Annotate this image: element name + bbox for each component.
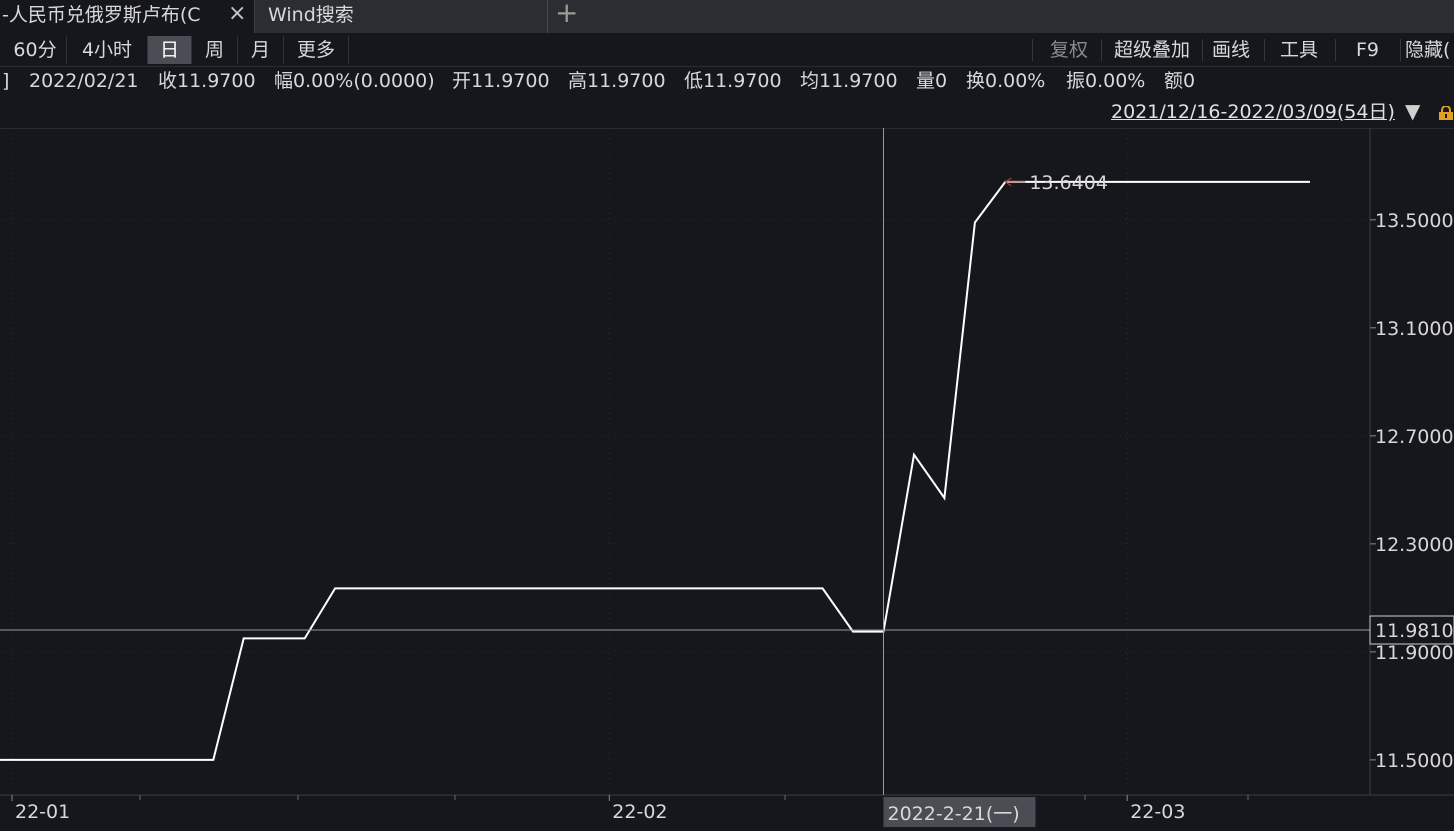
divider <box>1400 39 1401 61</box>
info-low: 低11.9700 <box>684 70 782 92</box>
tab-bar: -人民币兑俄罗斯卢布(C × Wind搜索 + <box>0 0 1454 33</box>
price-line <box>0 180 1310 761</box>
y-tick-label: 11.9000 <box>1375 642 1454 664</box>
period-month-button[interactable]: 月 <box>238 36 284 64</box>
date-range-bar: 2021/12/16-2022/03/09(54日) ▼ <box>0 96 1454 129</box>
toolbar: 60分 4小时 日 周 月 更多 复权 超级叠加 画线 工具 F9 隐藏( <box>0 33 1454 67</box>
info-close: 收11.9700 <box>158 70 256 92</box>
y-tick-label: 12.3000 <box>1375 534 1454 556</box>
tab-currency-chart[interactable]: -人民币兑俄罗斯卢布(C × <box>0 0 255 33</box>
draw-line-button[interactable]: 画线 <box>1205 36 1257 64</box>
tools-button[interactable]: 工具 <box>1268 36 1330 64</box>
crosshair-y-box <box>1369 615 1454 645</box>
f9-button[interactable]: F9 <box>1340 36 1395 64</box>
y-tick-label: 12.7000 <box>1375 426 1454 448</box>
info-amplitude: 振0.00% <box>1066 70 1146 92</box>
period-week-button[interactable]: 周 <box>192 36 238 64</box>
x-tick-label: 22-03 <box>1130 801 1185 823</box>
x-tick-label: 22-01 <box>15 801 70 823</box>
info-avg: 均11.9700 <box>800 70 898 92</box>
tab-wind-search[interactable]: Wind搜索 <box>255 0 548 33</box>
period-day-button[interactable]: 日 <box>148 36 192 64</box>
crosshair: 11.9810 2022-2-21(一) <box>0 128 1454 827</box>
adjust-button[interactable]: 复权 <box>1040 36 1098 64</box>
info-volume: 量0 <box>916 70 948 92</box>
quote-info-bar: ] 2022/02/21 收11.9700 幅0.00%(0.0000) 开11… <box>0 67 1454 95</box>
info-amount: 额0 <box>1164 70 1196 92</box>
max-price-marker: 13.6404 <box>1004 172 1108 194</box>
date-range-link[interactable]: 2021/12/16-2022/03/09(54日) <box>1111 99 1395 125</box>
y-axis: 13.5000 13.1000 12.7000 12.3000 11.9000 11.50… <box>1370 210 1454 772</box>
add-tab-icon[interactable]: + <box>555 0 578 28</box>
divider <box>1264 39 1265 61</box>
lock-icon[interactable] <box>1438 106 1454 120</box>
period-60min-button[interactable]: 60分 <box>4 36 67 64</box>
tab-label: -人民币兑俄罗斯卢布(C <box>2 4 201 26</box>
info-open: 开11.9700 <box>452 70 550 92</box>
info-turnover: 换0.00% <box>966 70 1046 92</box>
divider <box>1335 39 1336 61</box>
close-icon[interactable]: × <box>228 0 246 28</box>
y-tick-label: 13.5000 <box>1375 210 1454 232</box>
super-overlay-button[interactable]: 超级叠加 <box>1104 36 1200 64</box>
crosshair-x-label: 2022-2-21(一) <box>887 803 1019 825</box>
info-date: 2022/02/21 <box>29 70 139 92</box>
max-arrow-icon <box>1004 177 1012 187</box>
tab-label: Wind搜索 <box>268 4 354 26</box>
info-bracket: ] <box>2 70 10 92</box>
y-tick-label: 11.5000 <box>1375 750 1454 772</box>
divider <box>1032 39 1033 61</box>
max-price-label: 13.6404 <box>1029 172 1108 194</box>
divider <box>1202 39 1203 61</box>
period-4h-button[interactable]: 4小时 <box>67 36 148 64</box>
y-tick-label: 13.1000 <box>1375 318 1454 340</box>
info-change: 幅0.00%(0.0000) <box>274 70 435 92</box>
dropdown-arrow-icon[interactable]: ▼ <box>1405 96 1420 126</box>
crosshair-x-box <box>883 797 1036 827</box>
divider <box>1101 39 1102 61</box>
x-axis: 22-01 22-02 22-03 <box>11 795 1249 823</box>
x-tick-label: 22-02 <box>612 801 667 823</box>
chart-grid <box>0 128 1370 795</box>
hide-button[interactable]: 隐藏( <box>1405 36 1454 64</box>
crosshair-y-label: 11.9810 <box>1375 620 1454 642</box>
info-high: 高11.9700 <box>568 70 666 92</box>
period-more-button[interactable]: 更多 <box>284 36 349 64</box>
